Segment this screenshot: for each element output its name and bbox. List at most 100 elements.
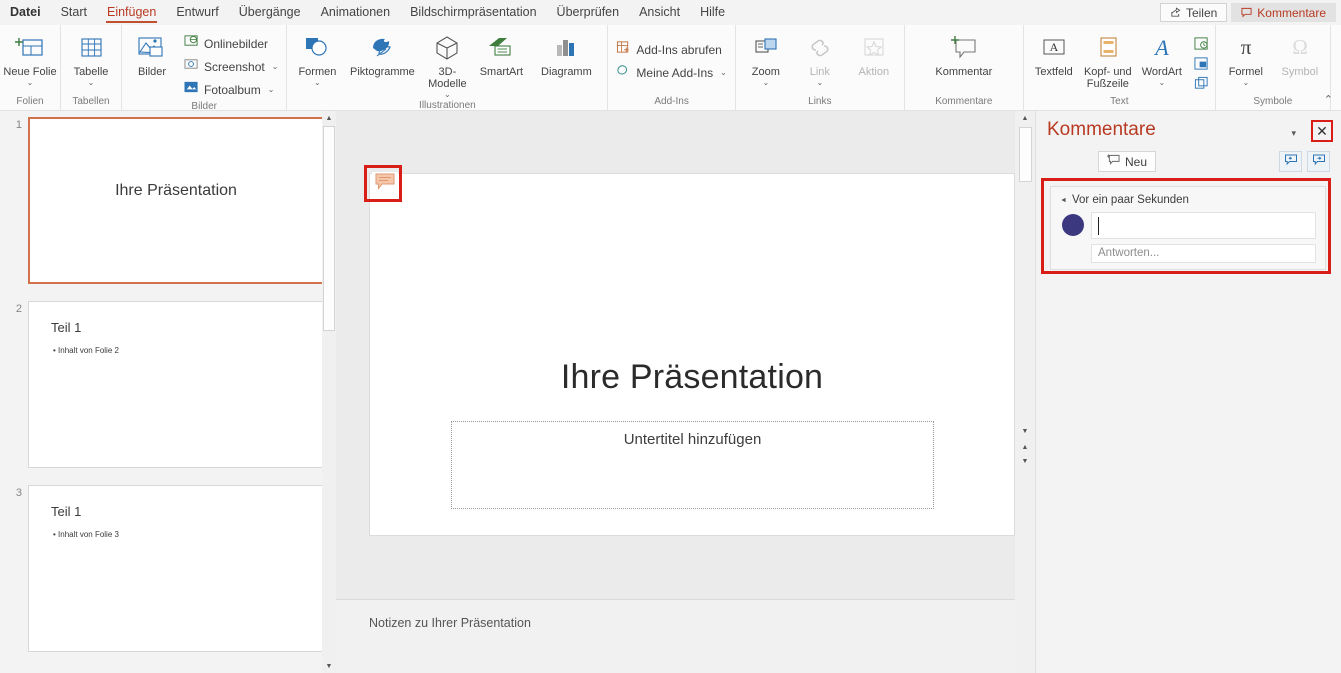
menu-tab-start[interactable]: Start <box>51 0 97 25</box>
online-pictures-button[interactable]: Onlinebilder <box>179 33 283 54</box>
slide-canvas[interactable]: Ihre Präsentation Untertitel hinzufügen <box>369 173 1015 536</box>
three-d-models-button[interactable]: 3D- Modelle ⌄ <box>420 29 474 99</box>
comment-card[interactable]: ◄ Vor ein paar Sekunden Antworten... <box>1050 186 1326 270</box>
chevron-down-icon[interactable]: ⌄ <box>27 79 34 87</box>
menu-tab-hilfe[interactable]: Hilfe <box>690 0 735 25</box>
get-addins-label: Add-Ins abrufen <box>636 42 722 57</box>
link-icon <box>805 32 835 64</box>
comments-panel-options-icon[interactable]: ▾ <box>1291 128 1296 139</box>
chevron-down-icon[interactable]: ⌄ <box>88 79 95 87</box>
get-addins-button[interactable]: Add-Ins abrufen <box>611 39 731 60</box>
addins-small-buttons: Add-Ins abrufen Meine Add-Ins ⌄ <box>611 35 731 83</box>
new-comment-icon <box>946 32 982 64</box>
symbol-icon: Ω <box>1285 32 1315 64</box>
slide-number-icon[interactable] <box>1193 55 1210 72</box>
ribbon-group-text: A Textfeld Kopf- und Fußzeile A WordArt … <box>1024 25 1216 110</box>
slide-comment-marker[interactable] <box>372 172 398 196</box>
header-footer-button[interactable]: Kopf- und Fußzeile <box>1081 29 1135 90</box>
menu-tab-datei[interactable]: Datei <box>0 0 51 25</box>
share-button[interactable]: Teilen <box>1159 3 1228 22</box>
menu-tab-uebergaenge[interactable]: Übergänge <box>229 0 311 25</box>
slide-thumbnail-1-title: Ihre Präsentation <box>115 181 237 199</box>
online-pictures-label: Onlinebilder <box>204 36 269 51</box>
slide-thumbnail-3-bullet: • Inhalt von Folie 3 <box>53 530 119 539</box>
thumbnail-scroll-down-icon[interactable]: ▼ <box>322 659 336 673</box>
wordart-button[interactable]: A WordArt ⌄ <box>1135 29 1189 87</box>
comment-input[interactable] <box>1091 212 1316 239</box>
object-icon[interactable] <box>1193 75 1210 92</box>
screenshot-button[interactable]: Screenshot ⌄ <box>179 56 283 77</box>
icons-label: Piktogramme <box>350 66 415 78</box>
thumbnail-scrollbar[interactable]: ▲ ▼ <box>322 111 336 673</box>
my-addins-label: Meine Add-Ins <box>636 65 714 80</box>
date-time-icon[interactable] <box>1193 35 1210 52</box>
thumbnail-row-3[interactable]: 3 Teil 1 • Inhalt von Folie 3 <box>0 485 336 652</box>
slide-thumbnail-2-title: Teil 1 <box>51 320 82 335</box>
chevron-down-icon[interactable]: ⌄ <box>762 79 769 87</box>
close-icon[interactable]: ✕ <box>1316 124 1328 138</box>
ribbon-group-bilder: Bilder Onlinebilder Screenshot ⌄ Fotoalb… <box>122 25 288 112</box>
comments-toggle-label: Kommentare <box>1257 5 1326 20</box>
menu-tab-animationen[interactable]: Animationen <box>311 0 401 25</box>
zoom-button[interactable]: Zoom ⌄ <box>739 29 793 87</box>
pictures-button[interactable]: Bilder <box>125 29 179 78</box>
text-box-label: Textfeld <box>1034 66 1073 78</box>
thumbnail-scroll-up-icon[interactable]: ▲ <box>322 111 336 125</box>
collapse-ribbon-button[interactable]: ⌃ <box>1324 93 1333 106</box>
menu-tab-ueberpruefen[interactable]: Überprüfen <box>547 0 630 25</box>
next-slide-button[interactable]: ▼ <box>1018 455 1032 468</box>
equation-button[interactable]: π Formel ⌄ <box>1219 29 1273 87</box>
slide-thumbnail-3[interactable]: Teil 1 • Inhalt von Folie 3 <box>28 485 324 652</box>
chevron-down-icon[interactable]: ⌄ <box>268 85 275 94</box>
chevron-down-icon[interactable]: ⌄ <box>314 79 321 87</box>
chevron-down-icon[interactable]: ⌄ <box>272 62 279 71</box>
text-box-button[interactable]: A Textfeld <box>1027 29 1081 78</box>
chevron-down-icon[interactable]: ⌄ <box>720 68 727 77</box>
previous-slide-button[interactable]: ▲ <box>1018 441 1032 454</box>
online-pictures-icon <box>184 34 199 53</box>
new-comment-button[interactable]: Kommentar <box>908 29 1020 78</box>
slide-title-text[interactable]: Ihre Präsentation <box>370 358 1014 397</box>
ribbon-group-links: Zoom ⌄ Link ⌄ Aktion Links <box>736 25 905 110</box>
slide-thumbnail-2[interactable]: Teil 1 • Inhalt von Folie 2 <box>28 301 324 468</box>
slide-thumbnail-1[interactable]: Ihre Präsentation <box>28 117 324 284</box>
thumbnail-row-2[interactable]: 2 Teil 1 • Inhalt von Folie 2 <box>0 301 336 468</box>
icons-button[interactable]: Piktogramme <box>344 29 420 78</box>
slide-scroll-up-icon[interactable]: ▲ <box>1018 111 1032 125</box>
next-comment-button[interactable] <box>1307 151 1330 172</box>
collapse-comment-icon[interactable]: ◄ <box>1060 197 1067 204</box>
my-addins-button[interactable]: Meine Add-Ins ⌄ <box>611 62 731 83</box>
table-button[interactable]: Tabelle ⌄ <box>64 29 118 87</box>
new-slide-button[interactable]: Neue Folie ⌄ <box>3 29 57 87</box>
slide-number-3: 3 <box>15 487 22 499</box>
slide-subtitle-placeholder[interactable]: Untertitel hinzufügen <box>451 421 934 509</box>
screenshot-label: Screenshot <box>204 59 265 74</box>
new-comment-panel-button[interactable]: Neu <box>1098 151 1157 172</box>
ribbon-group-label-tabellen: Tabellen <box>72 96 110 107</box>
chevron-down-icon[interactable]: ⌄ <box>444 91 451 99</box>
comments-toggle-button[interactable]: Kommentare <box>1231 3 1336 22</box>
new-comment-balloon-icon <box>1107 154 1120 169</box>
slide-scroll-down-icon[interactable]: ▼ <box>1018 424 1032 438</box>
chevron-down-icon[interactable]: ⌄ <box>1158 79 1165 87</box>
reply-input[interactable]: Antworten... <box>1091 244 1316 263</box>
slide-scrollbar-thumb[interactable] <box>1019 127 1032 182</box>
previous-comment-button[interactable] <box>1279 151 1302 172</box>
video-button[interactable]: Video ⌄ <box>1334 29 1341 87</box>
slide-editor-area: Ihre Präsentation Untertitel hinzufügen … <box>336 111 1035 673</box>
thumbnail-row-1[interactable]: 1 Ihre Präsentation <box>0 117 336 284</box>
thumbnail-scrollbar-thumb[interactable] <box>323 126 335 331</box>
menu-tab-ansicht[interactable]: Ansicht <box>629 0 690 25</box>
comment-timestamp-row: ◄ Vor ein paar Sekunden <box>1060 194 1189 206</box>
menu-tab-entwurf[interactable]: Entwurf <box>166 0 228 25</box>
menu-tab-bildschirmpraesentation[interactable]: Bildschirmpräsentation <box>400 0 546 25</box>
shapes-button[interactable]: Formen ⌄ <box>290 29 344 87</box>
chevron-down-icon[interactable]: ⌄ <box>1242 79 1249 87</box>
photo-album-button[interactable]: Fotoalbum ⌄ <box>179 79 283 100</box>
chart-button[interactable]: Diagramm <box>528 29 604 78</box>
slide-scrollbar[interactable]: ▲ ▼ ▲ ▼ <box>1015 111 1035 673</box>
svg-text:A: A <box>1049 40 1058 54</box>
smartart-button[interactable]: SmartArt <box>474 29 528 78</box>
notes-pane[interactable]: Notizen zu Ihrer Präsentation <box>336 600 1035 673</box>
menu-tab-einfuegen[interactable]: Einfügen <box>97 0 166 25</box>
